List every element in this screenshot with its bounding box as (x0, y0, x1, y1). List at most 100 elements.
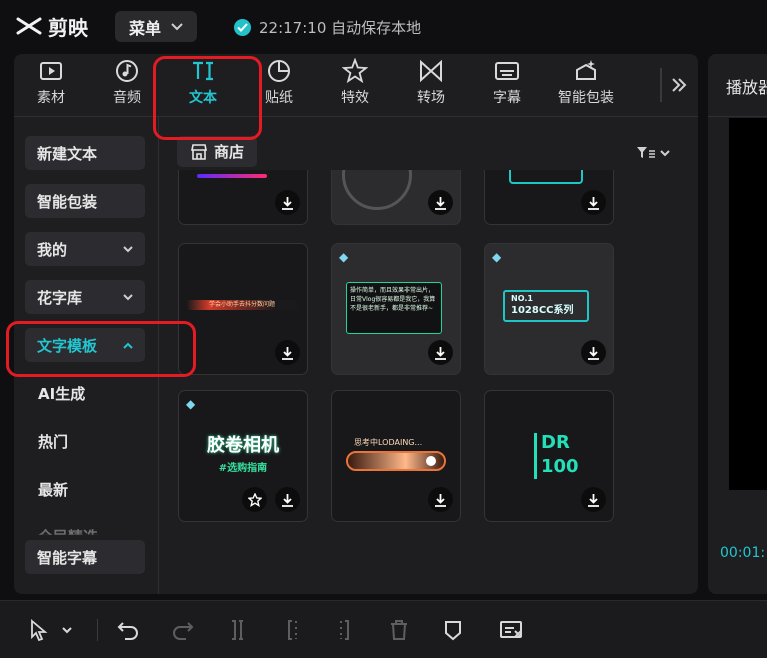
template-card[interactable]: ◆ NO.1 1028CC系列 (484, 243, 614, 375)
sidebar-item-label: 新建文本 (37, 144, 98, 163)
template-card[interactable] (484, 170, 614, 225)
template-card[interactable]: DR 100 (484, 390, 614, 522)
marker-icon (445, 621, 461, 641)
delete-button[interactable] (386, 617, 412, 643)
select-tool-button[interactable] (26, 617, 52, 643)
divider (708, 116, 767, 117)
toolbar-divider (660, 68, 662, 102)
template-card[interactable]: 学会小助手去抖分数问题 (178, 243, 308, 375)
category-toolbar: 素材 音频 文本 贴纸 特效 转场 字幕 智能包装 (14, 54, 698, 117)
template-thumbnail: DR 100 (541, 431, 579, 479)
trim-left-button[interactable] (279, 617, 305, 643)
download-button[interactable] (428, 190, 453, 215)
sidebar-item-smart-subtitle[interactable]: 智能字幕 (25, 540, 145, 574)
sidebar-subitem-ai-generate[interactable]: AI生成 (38, 381, 85, 405)
download-button[interactable] (581, 340, 606, 365)
player-title: 播放器 (726, 78, 767, 97)
template-thumbnail-text: 学会小助手去抖分数问题 (187, 300, 297, 310)
smart-package-icon (576, 60, 596, 80)
template-line-1: DR (541, 432, 570, 453)
sidebar-item-fancy-font[interactable]: 花字库 (25, 280, 145, 314)
download-icon (435, 196, 446, 210)
template-card[interactable]: ◆ 操作简单，而且效果非常出片，日常Vlog很容易都是我它，我算不是很老新手，都… (331, 243, 461, 375)
template-thumbnail (197, 174, 267, 178)
download-button[interactable] (275, 190, 300, 215)
download-icon (588, 196, 599, 210)
marker-button[interactable] (440, 617, 466, 643)
tab-smart-package[interactable]: 智能包装 (547, 58, 625, 114)
autosave-text: 22:17:10 自动保存本地 (259, 18, 422, 37)
redo-button[interactable] (170, 617, 196, 643)
filter-button[interactable] (636, 142, 678, 164)
trim-right-button[interactable] (332, 617, 358, 643)
download-button[interactable] (275, 487, 300, 512)
tab-subtitle[interactable]: 字幕 (471, 58, 543, 114)
download-icon (588, 346, 599, 360)
capcut-logo-icon (16, 17, 42, 35)
split-button[interactable] (225, 617, 251, 643)
chevron-down-icon (62, 626, 72, 633)
split-icon (232, 620, 243, 640)
download-button[interactable] (275, 340, 300, 365)
timecode: 00:01: (720, 545, 766, 561)
template-card[interactable] (178, 170, 308, 225)
sidebar-item-smart-package[interactable]: 智能包装 (25, 184, 145, 218)
tab-label: 特效 (341, 90, 369, 106)
tab-label: 贴纸 (265, 90, 293, 106)
highlight-box (6, 321, 196, 377)
highlight-box (153, 56, 262, 140)
template-card[interactable]: 思考中LODAING... (331, 390, 461, 522)
video-preview[interactable] (729, 118, 767, 490)
filter-icon (637, 147, 655, 158)
template-thumbnail-text: 思考中LODAING... (354, 438, 423, 447)
redo-icon (173, 622, 194, 640)
store-button[interactable]: 商店 (177, 136, 257, 167)
trim-left-icon (288, 620, 297, 640)
remove-subtitle-button[interactable] (499, 617, 525, 643)
template-thumbnail: NO.1 1028CC系列 (503, 290, 589, 322)
tab-label: 字幕 (493, 90, 521, 106)
template-thumbnail: 胶卷相机 #选购指南 (189, 431, 297, 474)
template-thumbnail-text: 操作简单，而且效果非常出片，日常Vlog很容易都是我它，我算不是很老新手，都是非… (346, 282, 442, 334)
more-tabs-button[interactable] (666, 72, 692, 98)
sidebar-item-mine[interactable]: 我的 (25, 232, 145, 266)
download-button[interactable] (581, 190, 606, 215)
double-chevron-right-icon (672, 78, 687, 92)
template-card[interactable] (331, 170, 461, 225)
tab-label: 素材 (37, 90, 65, 106)
download-icon (282, 493, 293, 507)
template-thumbnail-bar (534, 433, 537, 479)
sidebar-subitem-hot[interactable]: 热门 (38, 429, 68, 453)
template-line-1: 胶卷相机 (207, 435, 279, 456)
app-logo: 剪映 (16, 12, 88, 40)
menu-button[interactable]: 菜单 (115, 11, 197, 42)
template-thumbnail (509, 170, 583, 184)
app-title: 剪映 (48, 15, 88, 40)
media-icon (40, 62, 62, 80)
template-card[interactable]: ◆ 胶卷相机 #选购指南 (178, 390, 308, 522)
tab-effects[interactable]: 特效 (319, 58, 391, 114)
sidebar-item-new-text[interactable]: 新建文本 (25, 136, 145, 170)
download-button[interactable] (581, 487, 606, 512)
select-mode-dropdown[interactable] (58, 617, 76, 643)
sidebar-subitem-latest[interactable]: 最新 (38, 477, 68, 501)
premium-diamond-icon: ◆ (186, 397, 196, 411)
chevron-down-icon (123, 245, 133, 252)
timeline-toolbar (0, 600, 767, 658)
undo-button[interactable] (115, 617, 141, 643)
tab-media[interactable]: 素材 (15, 58, 87, 114)
effects-icon (342, 58, 368, 84)
star-icon (247, 492, 262, 507)
subtitle-remove-icon (500, 621, 522, 638)
template-line-2: 1028CC系列 (511, 305, 574, 316)
download-button[interactable] (428, 487, 453, 512)
premium-diamond-icon: ◆ (339, 250, 349, 264)
menu-label: 菜单 (128, 18, 161, 38)
cursor-icon (31, 619, 48, 641)
template-thumbnail (342, 170, 412, 210)
download-button[interactable] (428, 340, 453, 365)
tab-transition[interactable]: 转场 (395, 58, 467, 114)
chevron-down-icon (660, 149, 670, 156)
favorite-button[interactable] (242, 487, 267, 512)
audio-icon (116, 60, 138, 82)
